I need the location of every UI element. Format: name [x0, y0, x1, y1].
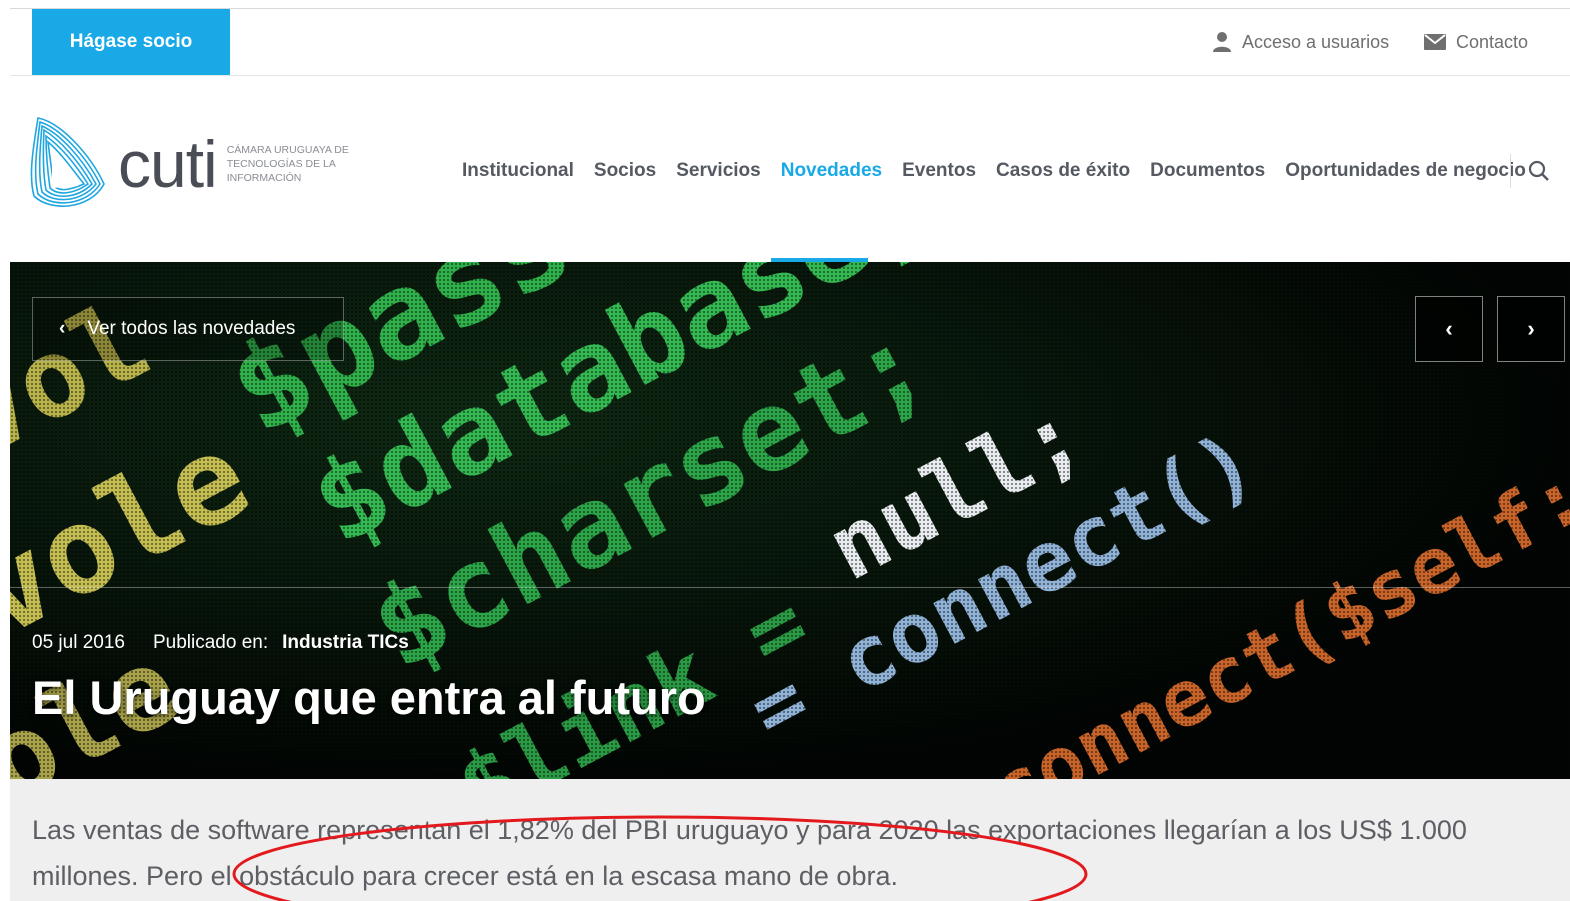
nav-item-socios[interactable]: Socios: [594, 160, 656, 182]
logo-tagline: CÁMARA URUGUAYA DE TECNOLOGÍAS DE LA INF…: [226, 144, 349, 184]
user-icon: [1213, 32, 1231, 52]
site-header: cuti CÁMARA URUGUAYA DE TECNOLOGÍAS DE L…: [0, 76, 1570, 262]
article-lead-text: Las ventas de software representan el 1,…: [32, 815, 1467, 891]
nav-item-documentos[interactable]: Documentos: [1150, 160, 1265, 182]
nav-item-novedades[interactable]: Novedades: [781, 160, 882, 182]
nav-divider: [1510, 154, 1511, 188]
cuti-logo[interactable]: cuti CÁMARA URUGUAYA DE TECNOLOGÍAS DE L…: [30, 114, 390, 214]
top-utility-bar: Hágase socio Acceso a usuarios Contacto: [10, 8, 1570, 76]
search-icon: [1528, 160, 1549, 181]
chevron-right-icon: ›: [1527, 316, 1535, 341]
user-access-label: Acceso a usuarios: [1242, 31, 1390, 52]
nav-item-oportunidades[interactable]: Oportunidades de negocio: [1285, 160, 1526, 182]
published-in-label: Publicado en:: [152, 632, 269, 653]
article-lead: Las ventas de software representan el 1,…: [10, 779, 1570, 901]
user-access-link[interactable]: Acceso a usuarios: [1212, 9, 1389, 75]
main-nav: Institucional Socios Servicios Novedades…: [462, 156, 1546, 186]
logo-wordmark: cuti: [118, 127, 218, 201]
hero-banner: vol vole ole $pass $database; $charset; …: [10, 262, 1570, 779]
next-article-button[interactable]: ›: [1497, 296, 1565, 362]
chevron-left-icon: ‹: [1445, 316, 1453, 341]
article-title: El Uruguay que entra al futuro: [32, 671, 706, 724]
join-button[interactable]: Hágase socio: [32, 9, 230, 75]
hero-divider-line: [10, 587, 1570, 588]
back-to-news-button[interactable]: ‹ Ver todos las novedades: [32, 297, 344, 361]
search-button[interactable]: [1526, 158, 1552, 184]
nav-item-institucional[interactable]: Institucional: [462, 160, 574, 182]
contact-link[interactable]: Contacto: [1424, 9, 1528, 75]
nav-item-servicios[interactable]: Servicios: [676, 160, 761, 182]
cuti-logo-mark: [30, 117, 105, 207]
article-date: 05 jul 2016: [32, 632, 125, 653]
nav-item-eventos[interactable]: Eventos: [902, 160, 976, 182]
envelope-icon: [1424, 34, 1446, 50]
back-to-news-label: Ver todos las novedades: [87, 318, 296, 339]
previous-article-button[interactable]: ‹: [1415, 296, 1483, 362]
contact-label: Contacto: [1456, 31, 1529, 52]
article-category-link[interactable]: Industria TICs: [282, 632, 409, 654]
chevron-left-icon: ‹: [59, 318, 66, 339]
nav-item-casos-de-exito[interactable]: Casos de éxito: [996, 160, 1130, 182]
article-meta: 05 jul 2016 Publicado en: Industria TICs: [32, 632, 409, 654]
